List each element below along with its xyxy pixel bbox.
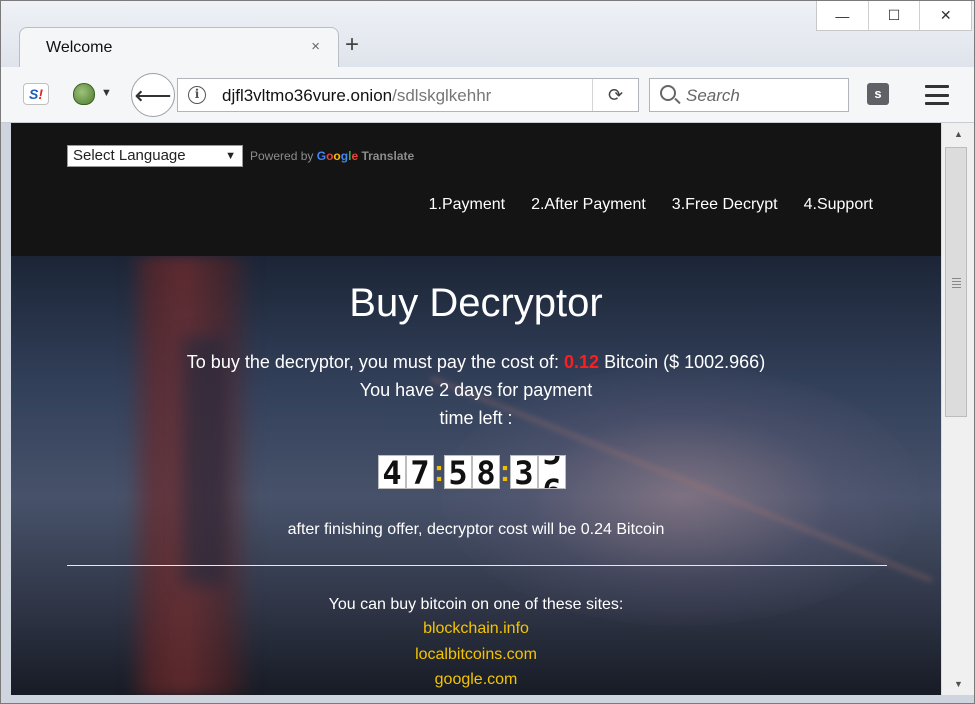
url-host: djfl3vltmo36vure.onion bbox=[222, 86, 393, 105]
timer-digit: 5 bbox=[444, 455, 472, 490]
timer-colon: : bbox=[500, 455, 510, 488]
language-select[interactable]: Select Language ▼ bbox=[67, 145, 243, 167]
close-window-button[interactable]: ✕ bbox=[919, 1, 971, 30]
nav-payment[interactable]: 1.Payment bbox=[429, 196, 505, 214]
tab-close-icon[interactable]: × bbox=[311, 38, 320, 55]
timer-digit: 4 bbox=[378, 455, 406, 490]
scrollbar-grip-icon bbox=[952, 278, 961, 290]
countdown-timer: 4 7 : 5 8 : 3 5 6 bbox=[378, 454, 566, 490]
time-left-label: time left : bbox=[439, 408, 513, 428]
background-tower-gap bbox=[181, 336, 226, 586]
url-path: /sdlskglkehhr bbox=[392, 86, 492, 105]
maximize-button[interactable]: ☐ bbox=[867, 1, 920, 30]
window-controls: — ☐ ✕ bbox=[816, 1, 972, 31]
back-button[interactable]: ⟵ bbox=[131, 73, 175, 117]
google-letter: G bbox=[316, 149, 327, 163]
extension-box-icon[interactable]: s bbox=[867, 83, 889, 105]
timer-colon: : bbox=[434, 455, 444, 488]
page-viewport: Select Language ▼ Powered by Google Tran… bbox=[11, 123, 941, 695]
translate-label[interactable]: Translate bbox=[361, 149, 414, 163]
tor-onion-icon[interactable] bbox=[73, 83, 95, 105]
search-input[interactable]: Search bbox=[649, 78, 849, 112]
search-placeholder: Search bbox=[686, 86, 740, 105]
days-line: You have 2 days for payment bbox=[359, 380, 593, 400]
scrollbar-thumb[interactable] bbox=[945, 147, 967, 417]
google-letter: o bbox=[333, 149, 341, 163]
after-offer-note: after finishing offer, decryptor cost wi… bbox=[287, 521, 665, 538]
nav-after-payment[interactable]: 2.After Payment bbox=[531, 196, 646, 214]
minimize-button[interactable]: — bbox=[817, 1, 868, 30]
back-arrow-icon: ⟵ bbox=[134, 79, 172, 110]
language-select-value: Select Language bbox=[73, 147, 186, 164]
main-nav: 1.Payment 2.After Payment 3.Free Decrypt… bbox=[429, 196, 873, 214]
link-localbitcoins[interactable]: localbitcoins.com bbox=[11, 646, 941, 664]
cost-suffix: Bitcoin ($ 1002.966) bbox=[604, 352, 766, 372]
page-title: Buy Decryptor bbox=[349, 281, 603, 325]
powered-by-label: Powered by bbox=[250, 149, 314, 163]
search-icon bbox=[660, 85, 676, 101]
timer-digit-rolling: 5 6 bbox=[538, 455, 566, 489]
tab-welcome[interactable]: Welcome × bbox=[19, 27, 339, 67]
dropdown-caret-icon: ▼ bbox=[225, 150, 236, 162]
new-tab-button[interactable]: + bbox=[345, 33, 359, 57]
reload-button[interactable]: ⟳ bbox=[592, 79, 638, 111]
nav-support[interactable]: 4.Support bbox=[804, 196, 873, 214]
hamburger-menu-icon[interactable] bbox=[925, 85, 949, 105]
extension-s-icon[interactable]: S! bbox=[23, 83, 49, 105]
timer-digit: 8 bbox=[472, 455, 500, 490]
timer-digit-incoming: 6 bbox=[539, 474, 565, 488]
timer-digit-outgoing: 5 bbox=[539, 456, 565, 470]
divider bbox=[67, 565, 887, 566]
extension-s-letter: S bbox=[28, 86, 39, 102]
google-letter: g bbox=[340, 149, 349, 163]
info-icon[interactable]: i bbox=[188, 86, 206, 104]
reload-icon: ⟳ bbox=[607, 84, 624, 105]
address-bar[interactable]: i djfl3vltmo36vure.onion/sdlskglkehhr ⟳ bbox=[177, 78, 639, 112]
cost-prefix: To buy the decryptor, you must pay the c… bbox=[186, 352, 559, 372]
navigation-toolbar: S! ▼ ⟵ i djfl3vltmo36vure.onion/sdlskglk… bbox=[1, 67, 974, 123]
scroll-up-icon[interactable]: ▲ bbox=[942, 125, 974, 143]
timer-digit: 7 bbox=[406, 455, 434, 490]
tab-title: Welcome bbox=[46, 39, 113, 56]
powered-by-google-translate: Powered by Google Translate bbox=[250, 149, 414, 163]
extension-s-bang: ! bbox=[38, 86, 43, 102]
scroll-down-icon[interactable]: ▼ bbox=[942, 675, 974, 693]
google-letter: e bbox=[351, 149, 359, 163]
background-glow bbox=[441, 366, 921, 626]
nav-free-decrypt[interactable]: 3.Free Decrypt bbox=[672, 196, 778, 214]
link-blockchain[interactable]: blockchain.info bbox=[11, 620, 941, 638]
link-google[interactable]: google.com bbox=[11, 671, 941, 689]
cost-line: To buy the decryptor, you must pay the c… bbox=[11, 352, 941, 373]
browser-window: — ☐ ✕ Welcome × + S! ▼ ⟵ i djfl3vltmo36v… bbox=[0, 0, 975, 704]
tab-strip: — ☐ ✕ Welcome × + bbox=[1, 1, 974, 67]
chevron-down-icon[interactable]: ▼ bbox=[101, 87, 112, 99]
timer-digit: 3 bbox=[510, 455, 538, 490]
cost-amount: 0.12 bbox=[564, 352, 600, 372]
vertical-scrollbar[interactable]: ▲ ▼ bbox=[941, 123, 974, 695]
buy-bitcoin-intro: You can buy bitcoin on one of these site… bbox=[328, 596, 624, 613]
url-text[interactable]: djfl3vltmo36vure.onion/sdlskglkehhr bbox=[222, 86, 491, 106]
page-header: Select Language ▼ Powered by Google Tran… bbox=[11, 123, 941, 256]
